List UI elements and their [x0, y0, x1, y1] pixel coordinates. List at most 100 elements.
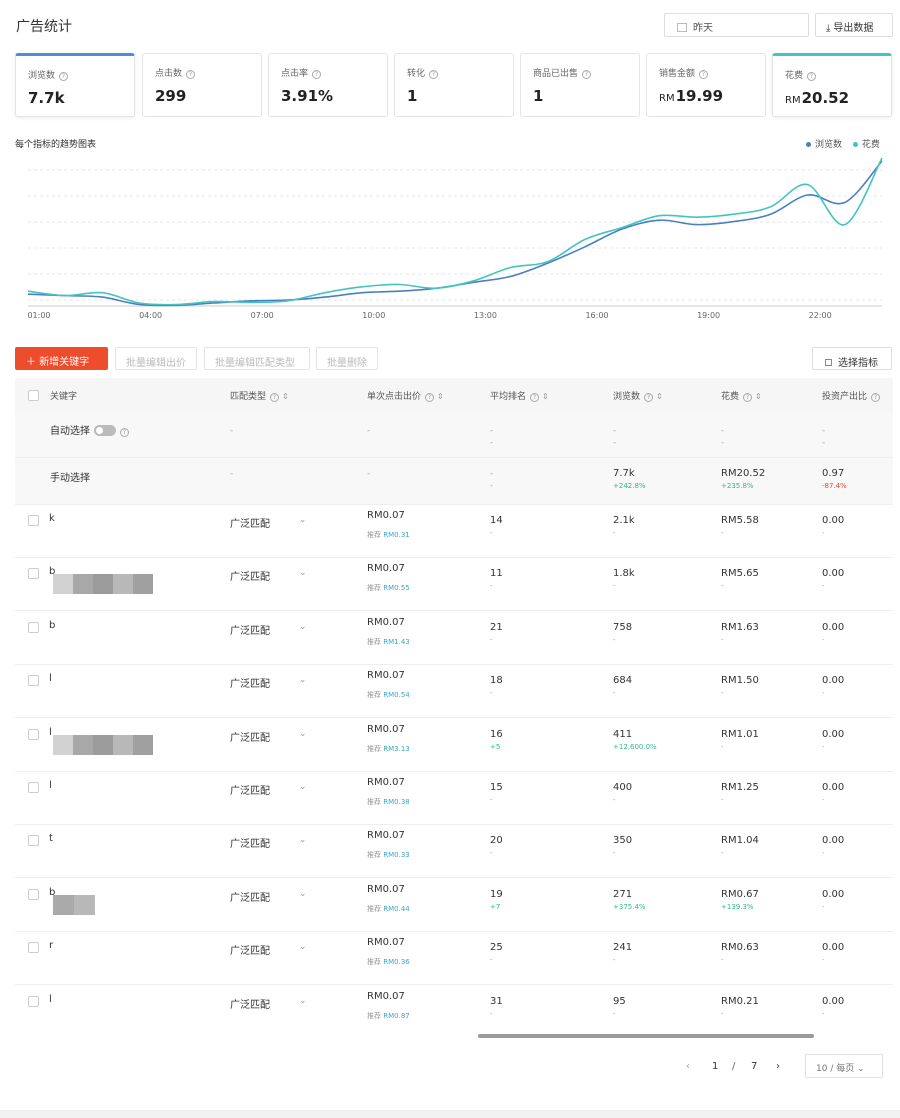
row-checkbox[interactable]: [28, 782, 39, 793]
bid-value[interactable]: RM0.07: [367, 777, 405, 788]
help-icon[interactable]: ?: [699, 70, 709, 79]
match-type-select[interactable]: 广泛匹配: [230, 889, 270, 904]
chevron-down-icon[interactable]: ⌄: [299, 568, 307, 578]
match-type-select[interactable]: 广泛匹配: [230, 675, 270, 690]
bid-value[interactable]: RM0.07: [367, 991, 405, 1002]
impressions: 2.1k: [613, 515, 635, 526]
help-icon[interactable]: ?: [59, 72, 69, 81]
row-checkbox[interactable]: [28, 728, 39, 740]
row-checkbox[interactable]: [28, 995, 39, 1007]
chevron-down-icon[interactable]: ⌄: [299, 996, 307, 1006]
th-impressions[interactable]: 浏览数? ⇕: [613, 389, 663, 402]
impressions: 758: [613, 621, 633, 633]
prev-page-icon[interactable]: ‹: [686, 1061, 690, 1072]
match-type-select[interactable]: 广泛匹配: [230, 729, 270, 744]
th-rank[interactable]: 平均排名? ⇕: [490, 389, 549, 402]
legend-item-impressions[interactable]: 浏览数: [806, 140, 842, 150]
batch-delete-button[interactable]: 批量删除: [316, 347, 378, 370]
help-icon[interactable]: ?: [644, 393, 654, 402]
help-icon[interactable]: ?: [807, 72, 817, 81]
batch-edit-match-button[interactable]: 批量编辑匹配类型: [204, 347, 310, 370]
match-type-select[interactable]: 广泛匹配: [230, 996, 270, 1011]
select-all-checkbox[interactable]: [28, 390, 39, 401]
bid-value[interactable]: RM0.07: [367, 510, 405, 521]
horizontal-scrollbar[interactable]: [478, 1034, 814, 1038]
kpi-value: 7.7k: [28, 89, 65, 107]
help-icon[interactable]: ?: [186, 70, 196, 79]
x-tick-label: 22:00: [809, 311, 832, 320]
avg-rank: 31: [490, 995, 503, 1007]
select-metrics-button[interactable]: 选择指标: [812, 347, 892, 370]
th-roas[interactable]: 投资产出比?: [822, 389, 881, 402]
legend-item-expense[interactable]: 花费: [852, 140, 880, 150]
roas: 0.00: [822, 568, 845, 580]
sort-icon[interactable]: ⇕: [282, 392, 289, 401]
kpi-card-clicks[interactable]: 点击数? 299: [142, 53, 262, 117]
bid-value[interactable]: RM0.07: [367, 830, 405, 841]
row-checkbox[interactable]: [28, 515, 39, 526]
next-page-icon[interactable]: ›: [776, 1061, 780, 1072]
chevron-down-icon[interactable]: ⌄: [299, 835, 307, 845]
bid-value[interactable]: RM0.07: [367, 670, 405, 681]
row-checkbox[interactable]: [28, 835, 39, 847]
bid-value[interactable]: RM0.07: [367, 563, 405, 574]
row-checkbox[interactable]: [28, 942, 39, 954]
page-size-select[interactable]: 10 / 每页 ⌄: [805, 1054, 883, 1078]
help-icon[interactable]: ?: [425, 393, 435, 402]
match-type-select[interactable]: 广泛匹配: [230, 782, 270, 797]
expense-delta: -: [721, 582, 724, 591]
chevron-down-icon[interactable]: ⌄: [299, 729, 307, 739]
help-icon[interactable]: ?: [429, 70, 439, 79]
match-type-select[interactable]: 广泛匹配: [230, 835, 270, 850]
match-type-select[interactable]: 广泛匹配: [230, 568, 270, 583]
sort-icon[interactable]: ⇕: [542, 392, 549, 401]
row-checkbox[interactable]: [28, 568, 39, 580]
avg-rank-delta: -: [490, 582, 493, 591]
help-icon[interactable]: ?: [530, 393, 540, 402]
row-checkbox[interactable]: [28, 675, 39, 687]
bid-value[interactable]: RM0.07: [367, 617, 405, 628]
bid-value[interactable]: RM0.07: [367, 724, 405, 735]
export-data-button[interactable]: ⤓ 导出数据: [815, 13, 893, 37]
redacted-keyword: [53, 894, 95, 915]
help-icon[interactable]: ?: [120, 428, 129, 437]
auto-selection-toggle[interactable]: [94, 425, 116, 436]
row-checkbox[interactable]: [28, 621, 39, 633]
chevron-down-icon[interactable]: ⌄: [299, 942, 307, 952]
chevron-down-icon[interactable]: ⌄: [299, 782, 307, 792]
avg-rank-delta: -: [490, 635, 493, 644]
keyword-toolbar: ＋ 新增关键字 批量编辑出价 批量编辑匹配类型 批量删除 选择指标: [15, 347, 895, 371]
match-type-select[interactable]: 广泛匹配: [230, 942, 270, 957]
chevron-down-icon[interactable]: ⌄: [299, 622, 307, 632]
kpi-card-gmv[interactable]: 销售金额? RM19.99: [646, 53, 766, 117]
sort-icon[interactable]: ⇕: [755, 392, 762, 401]
keyword-text: b: [49, 619, 56, 631]
chevron-down-icon[interactable]: ⌄: [299, 515, 307, 525]
add-keyword-button[interactable]: ＋ 新增关键字: [15, 347, 108, 370]
help-icon[interactable]: ?: [312, 70, 322, 79]
help-icon[interactable]: ?: [270, 393, 280, 402]
match-type-select[interactable]: 广泛匹配: [230, 622, 270, 637]
th-match-type[interactable]: 匹配类型? ⇕: [230, 389, 289, 402]
chevron-down-icon[interactable]: ⌄: [299, 889, 307, 899]
th-expense[interactable]: 花费? ⇕: [721, 389, 762, 402]
kpi-card-expense[interactable]: 花费? RM20.52: [772, 53, 892, 117]
kpi-card-conversions[interactable]: 转化? 1: [394, 53, 514, 117]
batch-edit-bid-button[interactable]: 批量编辑出价: [115, 347, 197, 370]
th-bid[interactable]: 单次点击出价? ⇕: [367, 389, 444, 402]
kpi-card-impressions[interactable]: 浏览数? 7.7k: [15, 53, 135, 117]
chevron-down-icon[interactable]: ⌄: [299, 675, 307, 685]
sort-icon[interactable]: ⇕: [656, 392, 663, 401]
help-icon[interactable]: ?: [871, 393, 881, 402]
help-icon[interactable]: ?: [582, 70, 592, 79]
date-picker[interactable]: 昨天: [664, 13, 809, 37]
sort-icon[interactable]: ⇕: [437, 392, 444, 401]
help-icon[interactable]: ?: [743, 393, 753, 402]
bid-value[interactable]: RM0.07: [367, 937, 405, 948]
kpi-card-ctr[interactable]: 点击率? 3.91%: [268, 53, 388, 117]
row-checkbox[interactable]: [28, 888, 39, 900]
match-type-select[interactable]: 广泛匹配: [230, 515, 270, 530]
expense-delta: -: [721, 1009, 724, 1018]
kpi-card-items-sold[interactable]: 商品已出售? 1: [520, 53, 640, 117]
bid-value[interactable]: RM0.07: [367, 884, 405, 895]
